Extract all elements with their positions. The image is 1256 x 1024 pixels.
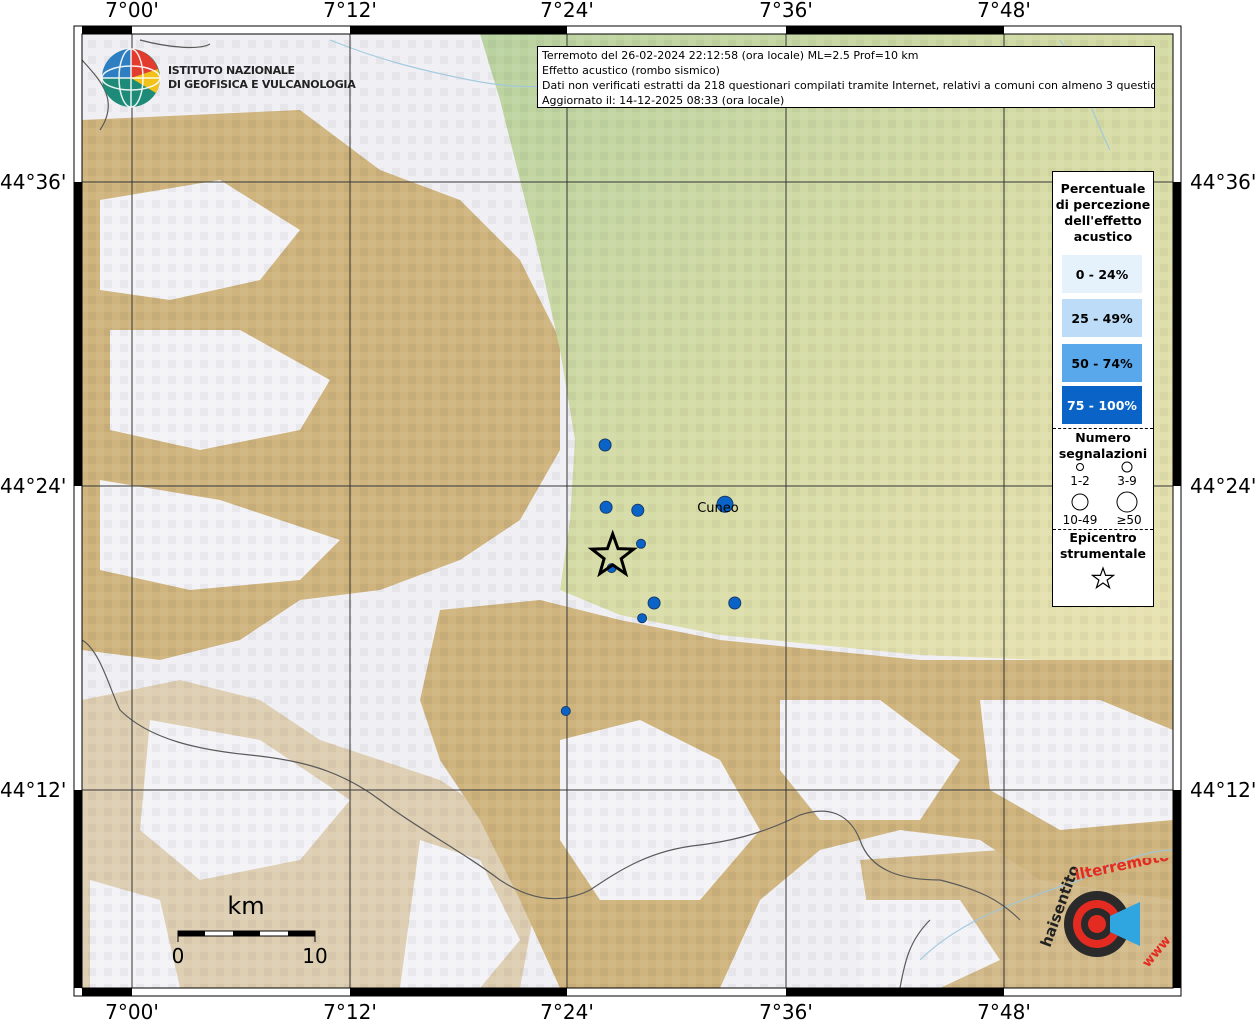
felt-report-point[interactable]	[599, 500, 613, 514]
event-info-box: Terremoto del 26-02-2024 22:12:58 (ora l…	[537, 46, 1155, 108]
size-label-1-2: 1-2	[1070, 474, 1090, 488]
haisentitoilterremoto-logo: haisentito ilterremoto.it www.	[1030, 843, 1189, 988]
ingv-name: ISTITUTO NAZIONALE DI GEOFISICA E VULCAN…	[168, 64, 356, 91]
legend-epicenter-title: Epicentro strumentale	[1059, 530, 1147, 561]
felt-report-point[interactable]	[631, 503, 645, 517]
epicenter-star-icon	[1091, 566, 1115, 590]
size-label-50-plus: ≥50	[1116, 513, 1142, 527]
felt-report-point[interactable]	[728, 596, 742, 610]
event-info-line-3: Dati non verificati estratti da 218 ques…	[542, 79, 1155, 92]
scale-min: 0	[171, 944, 185, 968]
svg-text:ilterremoto.it: ilterremoto.it	[1073, 858, 1170, 884]
svg-text:www.: www.	[1140, 930, 1170, 970]
scale-max: 10	[302, 944, 328, 968]
globe-icon	[101, 48, 161, 108]
legend-class-25-49: 25 - 49%	[1062, 299, 1142, 337]
size-symbol-1-2	[1076, 463, 1084, 471]
legend-class-0-24: 0 - 24%	[1062, 255, 1142, 293]
ingv-logo: ISTITUTO NAZIONALE DI GEOFISICA E VULCAN…	[100, 47, 356, 109]
felt-report-point[interactable]	[598, 438, 612, 452]
legend-class-75-100: 75 - 100%	[1062, 386, 1142, 424]
scale-unit: km	[227, 892, 265, 920]
felt-report-point[interactable]	[637, 613, 648, 624]
size-label-10-49: 10-49	[1062, 513, 1098, 527]
event-info-line-2: Effetto acustico (rombo sismico)	[542, 64, 720, 77]
city-label-cuneo: Cuneo	[697, 501, 739, 516]
size-symbol-3-9	[1121, 461, 1133, 473]
size-symbol-10-49	[1071, 493, 1089, 511]
size-symbol-50-plus	[1116, 491, 1138, 513]
event-info-line-1: Terremoto del 26-02-2024 22:12:58 (ora l…	[542, 49, 919, 62]
felt-report-point[interactable]	[647, 596, 661, 610]
legend-title: Percentuale di percezione dell'effetto a…	[1055, 181, 1151, 244]
pixel-texture	[82, 34, 1173, 988]
seismic-target-icon: haisentito ilterremoto.it www.	[1037, 843, 1189, 971]
legend-panel: Percentuale di percezione dell'effetto a…	[1052, 171, 1154, 607]
felt-report-point[interactable]	[636, 538, 646, 549]
legend-separator-1	[1053, 428, 1153, 429]
legend-class-50-74: 50 - 74%	[1062, 344, 1142, 382]
size-label-3-9: 3-9	[1117, 474, 1137, 488]
felt-report-point[interactable]	[560, 706, 571, 716]
event-info-line-4: Aggiornato il: 14-12-2025 08:33 (ora loc…	[542, 94, 785, 107]
